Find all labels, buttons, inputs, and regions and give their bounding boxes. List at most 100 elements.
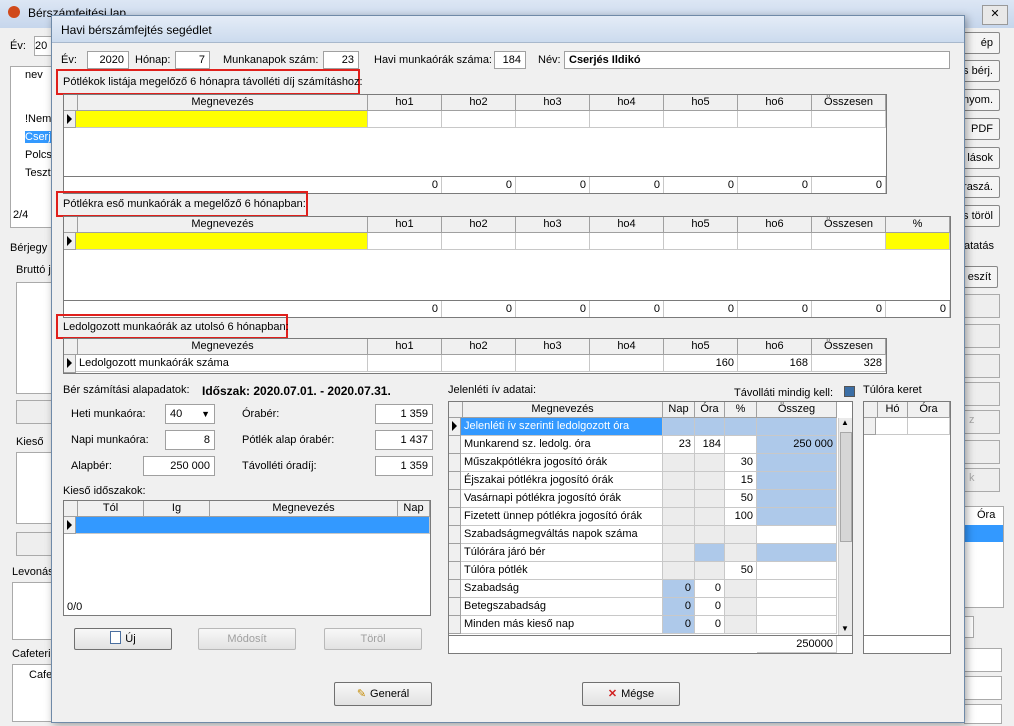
tavollati-checkbox[interactable] xyxy=(844,386,855,397)
table-cell[interactable] xyxy=(812,233,886,250)
jelenleti-row-label[interactable]: Betegszabadság xyxy=(461,598,663,616)
munkaorak-field[interactable]: 184 xyxy=(494,51,526,69)
potlek-field[interactable]: 1 437 xyxy=(375,430,433,450)
jelenleti-cell-ora[interactable] xyxy=(695,454,725,472)
jelenleti-cell-nap[interactable] xyxy=(663,562,695,580)
jelenleti-cell-osszeg[interactable] xyxy=(757,580,837,598)
table-cell[interactable] xyxy=(664,233,738,250)
jelenleti-row-label[interactable]: Túlórára járó bér xyxy=(461,544,663,562)
jelenleti-cell-ora[interactable] xyxy=(695,526,725,544)
table-cell[interactable] xyxy=(590,355,664,372)
jelenleti-cell-osszeg[interactable] xyxy=(757,454,837,472)
table-cell[interactable]: 328 xyxy=(812,355,886,372)
bg-right-field[interactable] xyxy=(964,676,1002,700)
jelenleti-row-label[interactable]: Minden más kieső nap xyxy=(461,616,663,634)
jelenleti-row-label[interactable]: Szabadság xyxy=(461,580,663,598)
nev-field[interactable]: Cserjés Ildikó xyxy=(564,51,950,69)
jelenleti-cell-osszeg[interactable] xyxy=(757,508,837,526)
jelenleti-grid[interactable]: Megnevezés Nap Óra % Összeg Jelenléti ív… xyxy=(448,401,853,654)
table-cell[interactable] xyxy=(442,233,516,250)
jelenleti-row-label[interactable]: Szabadságmegváltás napok száma xyxy=(461,526,663,544)
bg-brutto-button[interactable] xyxy=(16,400,52,424)
table-cell[interactable] xyxy=(738,233,812,250)
jelenleti-cell-osszeg[interactable] xyxy=(757,616,837,634)
table-cell[interactable]: Ledolgozott munkaórák száma xyxy=(76,355,368,372)
jelenleti-cell-osszeg[interactable] xyxy=(757,544,837,562)
col-header[interactable]: ho5 xyxy=(664,339,738,355)
col-header[interactable]: Nap xyxy=(663,402,695,418)
jelenleti-cell-pct[interactable] xyxy=(725,418,757,436)
col-header[interactable]: Összesen xyxy=(812,95,886,111)
ledolgozott-grid[interactable]: Megnevezés ho1 ho2 ho3 ho4 ho5 ho6 Össze… xyxy=(63,338,887,374)
col-header[interactable]: ho2 xyxy=(442,339,516,355)
munkanapok-field[interactable]: 23 xyxy=(323,51,359,69)
kieso-grid[interactable]: Tól Ig Megnevezés Nap 0/0 xyxy=(63,500,431,616)
bg-kieso-button[interactable] xyxy=(16,532,52,556)
col-header[interactable]: ho6 xyxy=(738,95,812,111)
bg-close-button[interactable]: ✕ xyxy=(982,5,1008,25)
jelenleti-cell-nap[interactable] xyxy=(663,472,695,490)
col-header[interactable]: Megnevezés xyxy=(78,339,368,355)
table-cell[interactable] xyxy=(886,233,950,250)
jelenleti-row-label[interactable]: Műszakpótlékra jogosító órák xyxy=(461,454,663,472)
jelenleti-cell-pct[interactable]: 100 xyxy=(725,508,757,526)
jelenleti-row-label[interactable]: Vasárnapi pótlékra jogosító órák xyxy=(461,490,663,508)
jelenleti-scrollbar[interactable]: ▲ ▼ xyxy=(838,418,852,636)
scrollbar-thumb[interactable] xyxy=(840,432,852,542)
table-cell[interactable] xyxy=(76,111,368,128)
col-header[interactable]: ho5 xyxy=(664,217,738,233)
table-cell[interactable] xyxy=(664,111,738,128)
jelenleti-cell-nap[interactable] xyxy=(663,544,695,562)
jelenleti-cell-osszeg[interactable] xyxy=(757,598,837,616)
jelenleti-cell-nap[interactable] xyxy=(663,508,695,526)
bg-right-field[interactable] xyxy=(964,704,1002,724)
col-header[interactable]: Nap xyxy=(398,501,430,517)
jelenleti-cell-pct[interactable] xyxy=(725,598,757,616)
bg-kieso-grid[interactable] xyxy=(16,452,52,524)
col-header[interactable]: Óra xyxy=(908,402,950,418)
table-cell[interactable] xyxy=(812,111,886,128)
table-row[interactable] xyxy=(76,517,430,534)
jelenleti-cell-nap[interactable] xyxy=(663,454,695,472)
bg-right-grid-row[interactable] xyxy=(965,525,1003,542)
bg-levonas-grid[interactable] xyxy=(12,582,52,640)
table-cell[interactable] xyxy=(76,233,368,250)
col-header[interactable]: Összesen xyxy=(812,217,886,233)
jelenleti-row-label[interactable]: Munkarend sz. ledolg. óra xyxy=(461,436,663,454)
scroll-down-icon[interactable]: ▼ xyxy=(841,624,849,633)
jelenleti-row-label[interactable]: Fizetett ünnep pótlékra jogosító órák xyxy=(461,508,663,526)
table-cell[interactable] xyxy=(368,355,442,372)
table-cell[interactable] xyxy=(516,233,590,250)
col-header[interactable]: ho6 xyxy=(738,339,812,355)
modosit-button[interactable]: Módosít xyxy=(198,628,296,650)
col-header[interactable]: ho3 xyxy=(516,217,590,233)
jelenleti-cell-nap[interactable]: 0 xyxy=(663,616,695,634)
bg-tab-right[interactable]: atatás xyxy=(964,240,994,252)
jelenleti-row-label[interactable]: Túlóra pótlék xyxy=(461,562,663,580)
col-header[interactable]: ho1 xyxy=(368,217,442,233)
bg-right-button-2[interactable] xyxy=(964,440,1000,464)
col-header[interactable]: % xyxy=(725,402,757,418)
table-cell[interactable] xyxy=(516,355,590,372)
jelenleti-cell-pct[interactable] xyxy=(725,616,757,634)
jelenleti-cell-osszeg[interactable] xyxy=(757,472,837,490)
jelenleti-cell-ora[interactable]: 0 xyxy=(695,598,725,616)
jelenleti-cell-nap[interactable]: 0 xyxy=(663,580,695,598)
table-cell[interactable] xyxy=(908,418,950,435)
jelenleti-cell-ora[interactable]: 184 xyxy=(695,436,725,454)
col-header[interactable]: ho1 xyxy=(368,339,442,355)
bg-tab-berjegy[interactable]: Bérjegy xyxy=(10,242,47,254)
jelenleti-row-label[interactable]: Éjszakai pótlékra jogosító órák xyxy=(461,472,663,490)
jelenleti-cell-ora[interactable] xyxy=(695,508,725,526)
table-cell[interactable] xyxy=(442,355,516,372)
col-header[interactable]: ho2 xyxy=(442,217,516,233)
jelenleti-cell-pct[interactable]: 15 xyxy=(725,472,757,490)
bg-list[interactable]: nev !Nem Cserj Polcs Teszt 2/4 xyxy=(10,66,54,228)
jelenleti-cell-ora[interactable]: 0 xyxy=(695,580,725,598)
col-header[interactable]: Hó xyxy=(878,402,908,418)
scroll-up-icon[interactable]: ▲ xyxy=(841,418,849,427)
general-button[interactable]: ✎ Generál xyxy=(334,682,432,706)
jelenleti-cell-nap[interactable]: 0 xyxy=(663,598,695,616)
col-header[interactable]: ho1 xyxy=(368,95,442,111)
bg-right-field[interactable] xyxy=(964,648,1002,672)
